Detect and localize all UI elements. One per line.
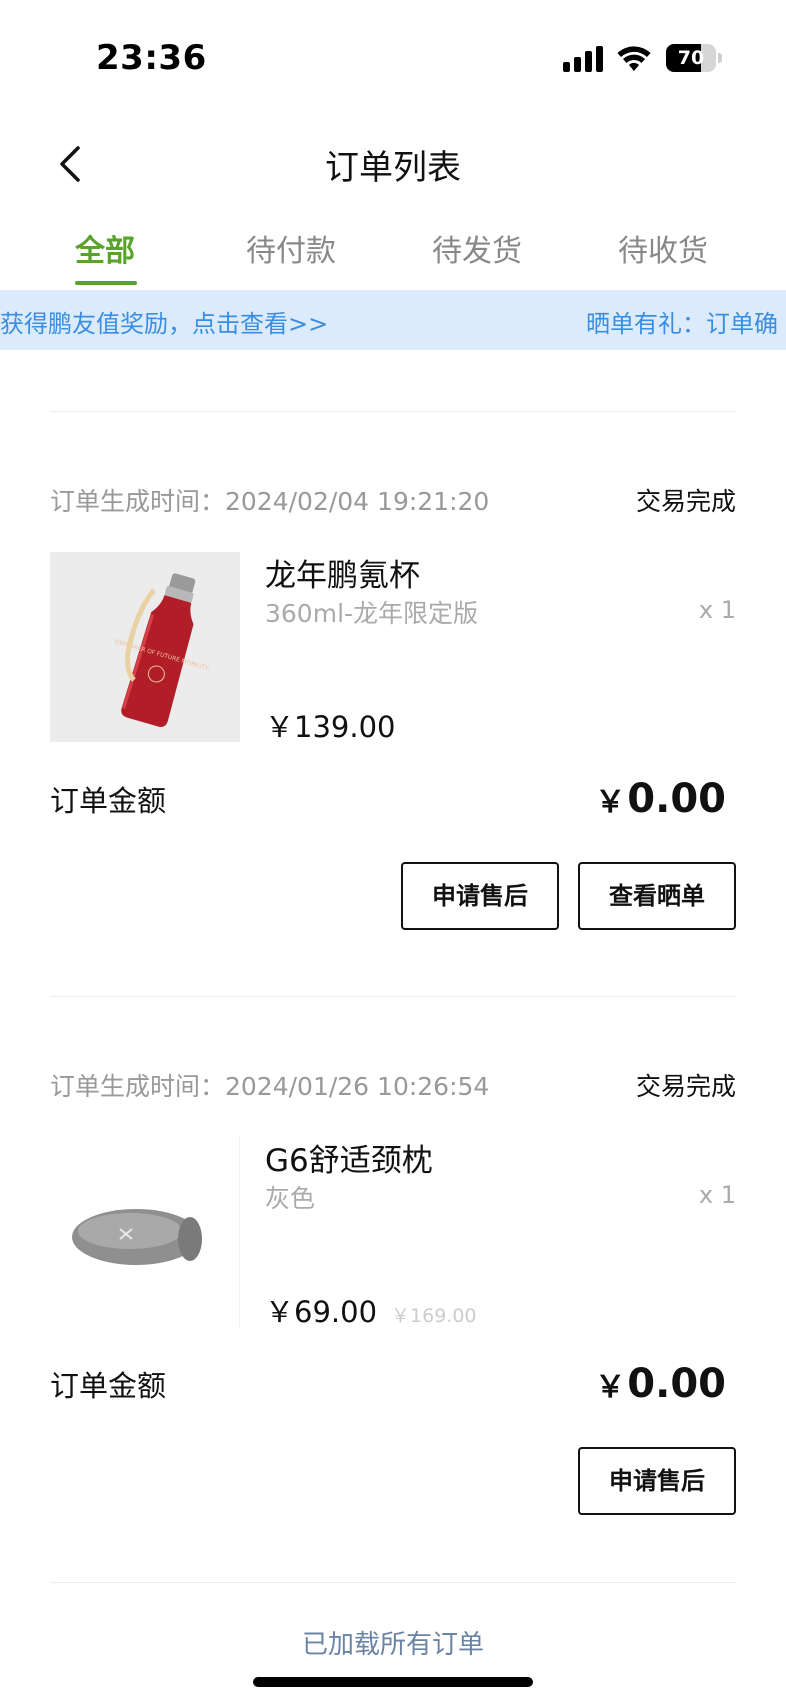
order-amount-value: ￥0.00 [595,1361,726,1407]
after-sales-button[interactable]: 申请售后 [578,1447,736,1515]
product-price: ￥139.00 [265,704,395,746]
page-title: 订单列表 [325,148,461,188]
divider [50,411,736,412]
product-name[interactable]: G6舒适颈枕 [265,1135,433,1180]
price-value: ￥139.00 [265,710,396,744]
battery-indicator: 70 [666,44,722,72]
battery-percentage: 70 [677,47,705,69]
status-time: 23:36 [96,38,207,78]
order-amount-value: ￥0.00 [595,776,726,822]
product-spec: 360ml-龙年限定版 [265,599,479,628]
home-indicator[interactable] [253,1677,533,1687]
product-name[interactable]: 龙年鹏氪杯 [265,550,420,595]
banner-text-share[interactable]: 晒单有礼：订单确 [586,304,778,339]
order-time: 订单生成时间：2024/01/26 10:26:54 [50,1072,490,1101]
pillow-image [72,1209,202,1265]
back-chevron-icon[interactable] [50,142,94,186]
product-spec: 灰色 [265,1184,316,1213]
order-status: 交易完成 [635,1072,736,1101]
tab-pending-receipt[interactable]: 待收货 [570,226,756,270]
tab-pending-payment[interactable]: 待付款 [198,226,384,270]
status-bar: 23:36 70 [0,0,786,110]
order-amount-label: 订单金额 [50,1369,167,1403]
notice-banner[interactable]: 获得鹏友值奖励，点击查看>> 晒单有礼：订单确 [0,290,786,350]
tab-pending-shipment[interactable]: 待发货 [384,226,570,270]
amount-number: 0.00 [627,1361,726,1407]
order-time: 订单生成时间：2024/02/04 19:21:20 [50,487,490,516]
product-quantity: x 1 [698,1181,736,1209]
product-image-pillow[interactable] [50,1137,240,1327]
currency-symbol: ￥ [595,785,626,820]
battery-tip [718,53,722,63]
active-tab-indicator [75,281,137,285]
order-amount-label: 订单金额 [50,784,167,818]
currency-symbol: ￥ [595,1370,626,1405]
tab-all[interactable]: 全部 [12,226,198,270]
price-value: ￥69.00 [265,1295,378,1329]
divider [50,1582,736,1583]
bottle-image: EXPLORER OF FUTURE MOBILITY [50,552,240,742]
view-review-button[interactable]: 查看晒单 [578,862,736,930]
navigation-bar: 订单列表 [0,120,786,208]
amount-number: 0.00 [627,776,726,822]
order-tabs: 全部 待付款 待发货 待收货 [0,220,786,290]
battery-body: 70 [666,44,716,72]
wifi-icon [617,46,651,71]
product-image-cup[interactable]: EXPLORER OF FUTURE MOBILITY [50,552,240,742]
banner-text-reward[interactable]: 获得鹏友值奖励，点击查看>> [0,304,328,339]
after-sales-button[interactable]: 申请售后 [401,862,559,930]
divider [50,996,736,997]
order-status: 交易完成 [635,487,736,516]
original-price: ￥169.00 [391,1305,477,1327]
cellular-signal-icon [563,46,603,72]
all-orders-loaded-text: 已加载所有订单 [301,1630,484,1660]
product-quantity: x 1 [698,596,736,624]
product-price: ￥69.00 ￥169.00 [265,1289,477,1331]
